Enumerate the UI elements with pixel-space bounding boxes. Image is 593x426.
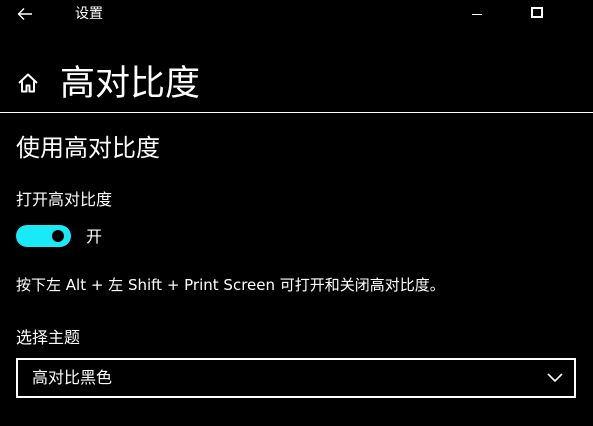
- title-bar: 设置: [0, 0, 593, 30]
- maximize-button[interactable]: [523, 2, 551, 24]
- minimize-button[interactable]: [463, 2, 491, 24]
- theme-select[interactable]: 高对比黑色: [16, 358, 576, 398]
- page-header: 高对比度: [0, 52, 593, 112]
- minimize-icon: [472, 14, 482, 15]
- back-arrow-icon: [17, 8, 32, 20]
- chevron-down-icon: [547, 373, 563, 383]
- back-button[interactable]: [10, 2, 40, 26]
- toggle-knob: [52, 230, 64, 242]
- maximize-icon: [531, 7, 543, 18]
- page-title: 高对比度: [60, 64, 201, 104]
- toggle-label: 打开高对比度: [16, 190, 113, 209]
- app-title: 设置: [75, 6, 103, 22]
- toggle-state-text: 开: [86, 227, 103, 246]
- home-icon[interactable]: [16, 71, 40, 95]
- high-contrast-toggle[interactable]: [16, 225, 71, 247]
- shortcut-help-text: 按下左 Alt + 左 Shift + Print Screen 可打开和关闭高…: [16, 276, 445, 294]
- header-divider: [0, 112, 593, 113]
- section-title: 使用高对比度: [16, 134, 160, 162]
- theme-select-label: 选择主题: [16, 328, 81, 347]
- theme-select-value: 高对比黑色: [32, 368, 113, 387]
